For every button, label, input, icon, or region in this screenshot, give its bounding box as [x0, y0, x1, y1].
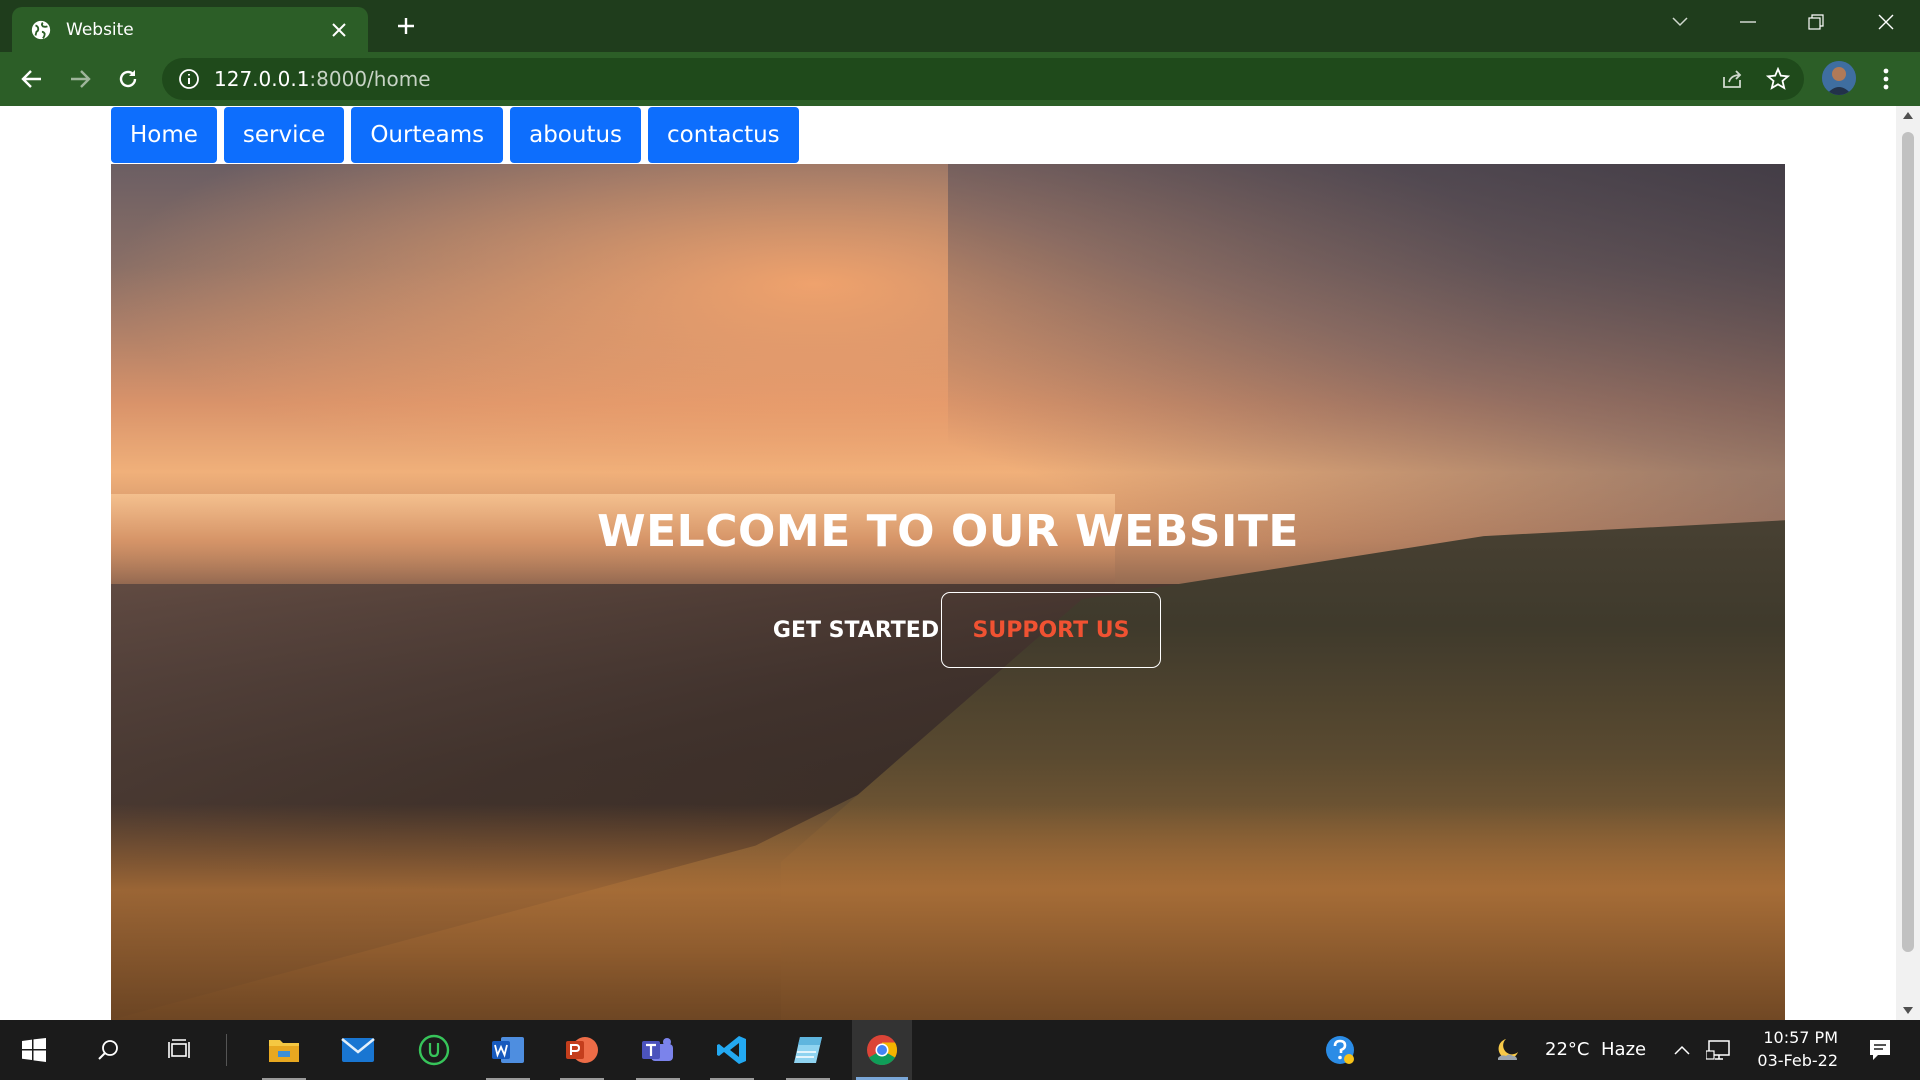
windows-start-icon[interactable] [4, 1020, 64, 1080]
hero-banner: WELCOME TO OUR WEBSITE GET STARTED SUPPO… [111, 164, 1785, 1020]
system-clock[interactable]: 10:57 PM 03-Feb-22 [1738, 1026, 1838, 1072]
file-explorer-icon[interactable] [254, 1020, 314, 1080]
address-bar[interactable]: 127.0.0.1:8000/home [162, 58, 1804, 100]
windows-taskbar: 22°C Haze 10:57 PM 03-Feb-22 [0, 1020, 1920, 1080]
upwork-icon[interactable] [404, 1020, 464, 1080]
teams-icon[interactable] [628, 1020, 688, 1080]
tab-title: Website [66, 19, 134, 40]
word-icon[interactable] [478, 1020, 538, 1080]
clock-time: 10:57 PM [1763, 1028, 1838, 1047]
minimize-icon[interactable] [1718, 0, 1778, 44]
nav-link-service[interactable]: service [223, 107, 345, 163]
new-tab-icon[interactable] [390, 10, 422, 42]
nav-link-ourteams[interactable]: Ourteams [351, 107, 504, 163]
profile-avatar[interactable] [1822, 61, 1856, 95]
site-navbar: Home service Ourteams aboutus contactus [111, 107, 799, 163]
hero-title: WELCOME TO OUR WEBSITE [597, 506, 1299, 557]
taskbar-divider [226, 1034, 227, 1066]
mail-icon[interactable] [328, 1020, 388, 1080]
clock-date: 03-Feb-22 [1757, 1051, 1838, 1070]
weather-moon-icon[interactable] [1486, 1020, 1530, 1080]
info-icon[interactable] [178, 68, 200, 90]
nav-link-contactus[interactable]: contactus [648, 107, 799, 163]
globe-icon [31, 20, 51, 39]
weather-temp[interactable]: 22°C [1545, 1039, 1589, 1060]
scroll-up-arrow-icon[interactable] [1903, 112, 1913, 119]
close-window-icon[interactable] [1856, 0, 1916, 44]
page-viewport: Home service Ourteams aboutus contactus … [0, 106, 1896, 1020]
scrollbar-thumb[interactable] [1902, 132, 1914, 952]
url-text[interactable]: 127.0.0.1:8000/home [214, 58, 431, 100]
close-tab-icon[interactable] [324, 15, 354, 45]
browser-toolbar: 127.0.0.1:8000/home [0, 52, 1920, 106]
menu-dots-icon[interactable] [1872, 63, 1900, 95]
back-arrow-icon[interactable] [16, 63, 48, 95]
tab-search-icon[interactable] [1650, 0, 1710, 44]
reload-icon[interactable] [112, 63, 144, 95]
support-us-button[interactable]: SUPPORT US [941, 592, 1161, 668]
nav-link-aboutus[interactable]: aboutus [510, 107, 642, 163]
search-icon[interactable] [78, 1020, 138, 1080]
share-icon[interactable] [1720, 67, 1744, 91]
task-view-icon[interactable] [150, 1020, 210, 1080]
network-icon[interactable] [1700, 1020, 1738, 1080]
get-started-button[interactable]: GET STARTED [756, 592, 956, 668]
help-icon[interactable] [1310, 1020, 1370, 1080]
weather-desc[interactable]: Haze [1601, 1039, 1646, 1060]
browser-titlebar: Website [0, 0, 1920, 52]
url-path: :8000/home [309, 67, 431, 91]
url-host: 127.0.0.1 [214, 67, 310, 91]
chrome-icon[interactable] [852, 1020, 912, 1080]
chevron-up-icon[interactable] [1664, 1020, 1700, 1080]
forward-arrow-icon[interactable] [64, 63, 96, 95]
vertical-scrollbar[interactable] [1896, 106, 1920, 1020]
scroll-down-arrow-icon[interactable] [1903, 1007, 1913, 1014]
vscode-icon[interactable] [702, 1020, 762, 1080]
powerpoint-icon[interactable] [552, 1020, 612, 1080]
restore-icon[interactable] [1786, 0, 1846, 44]
hero-grass [111, 804, 1785, 1020]
nav-link-home[interactable]: Home [111, 107, 217, 163]
bookmark-star-icon[interactable] [1766, 67, 1790, 91]
notifications-icon[interactable] [1850, 1020, 1910, 1080]
notepad-icon[interactable] [778, 1020, 838, 1080]
browser-tab[interactable]: Website [12, 7, 368, 52]
